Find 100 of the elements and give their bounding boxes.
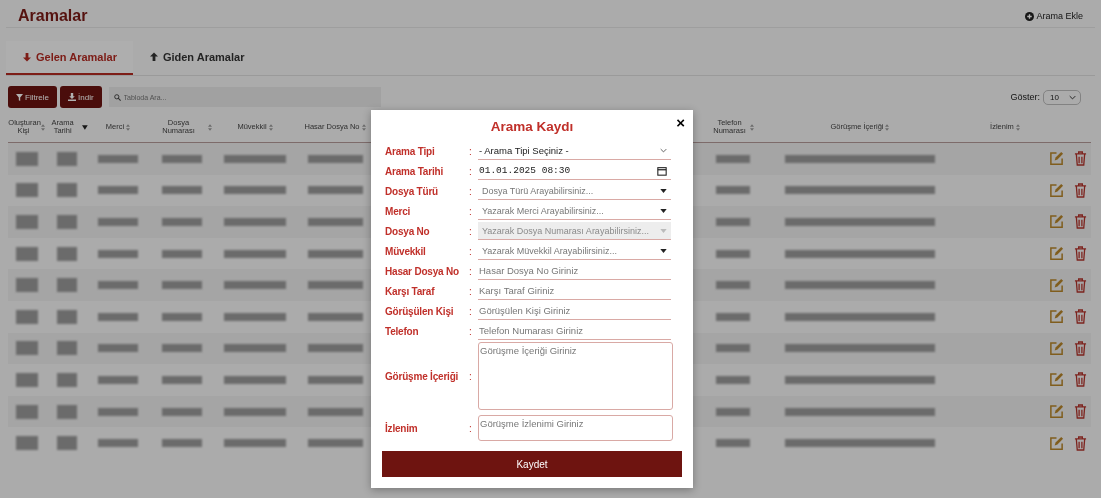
colon: : bbox=[469, 285, 472, 297]
trash-icon[interactable] bbox=[1073, 372, 1087, 388]
combo-field[interactable]: Yazarak Merci Arayabilirsiniz... bbox=[478, 202, 671, 220]
blurred-text bbox=[715, 375, 750, 384]
add-call-button[interactable]: Arama Ekle bbox=[1025, 11, 1083, 21]
chevron-down-icon bbox=[1069, 94, 1076, 100]
edit-icon[interactable] bbox=[1048, 435, 1064, 451]
sort-icon[interactable] bbox=[885, 123, 890, 131]
trash-icon[interactable] bbox=[1073, 246, 1087, 262]
blurred-text bbox=[224, 154, 286, 163]
combo-field[interactable]: Dosya Türü Arayabilirsiniz... bbox=[478, 182, 671, 200]
sort-icon[interactable] bbox=[749, 123, 754, 131]
blurred-text bbox=[15, 436, 38, 451]
blurred-text bbox=[15, 309, 38, 324]
sort-icon[interactable] bbox=[1015, 123, 1020, 131]
colon: : bbox=[469, 165, 472, 177]
dialog-title: Arama Kaydı bbox=[490, 119, 574, 134]
blurred-text bbox=[307, 281, 363, 290]
save-button[interactable]: Kaydet bbox=[382, 451, 682, 477]
blurred-text bbox=[307, 186, 363, 195]
caret-down-icon bbox=[660, 208, 667, 213]
colon: : bbox=[469, 370, 472, 382]
sort-icon[interactable] bbox=[126, 123, 131, 131]
blurred-text bbox=[224, 218, 286, 226]
blurred-text bbox=[307, 218, 363, 226]
text-area[interactable]: Görüşme İzlenimi Giriniz bbox=[478, 415, 673, 441]
sort-icon[interactable] bbox=[207, 123, 212, 131]
blurred-text bbox=[161, 407, 202, 416]
sort-icon[interactable] bbox=[268, 123, 273, 131]
caret-down-icon bbox=[660, 248, 667, 253]
page-size-select[interactable]: 10 bbox=[1043, 89, 1081, 105]
colon: : bbox=[469, 265, 472, 277]
input-field[interactable]: Hasar Dosya No Giriniz bbox=[478, 262, 671, 280]
colon: : bbox=[469, 225, 472, 237]
colon: : bbox=[469, 185, 472, 197]
blurred-text bbox=[307, 407, 363, 416]
input-field[interactable]: Görüşülen Kişi Giriniz bbox=[478, 302, 671, 320]
sort-icon[interactable] bbox=[361, 123, 366, 131]
blurred-text bbox=[715, 186, 750, 195]
trash-icon[interactable] bbox=[1073, 214, 1087, 230]
blurred-text bbox=[98, 439, 138, 448]
trash-icon[interactable] bbox=[1073, 151, 1087, 167]
blurred-text bbox=[224, 281, 286, 290]
edit-icon[interactable] bbox=[1048, 277, 1064, 293]
blurred-text bbox=[161, 344, 202, 353]
blurred-text bbox=[15, 183, 38, 198]
caret-down-icon bbox=[660, 188, 667, 193]
blurred-text bbox=[715, 281, 750, 290]
datetime-field[interactable]: 01.01.2025 08:30 bbox=[478, 162, 671, 180]
filter-button[interactable]: Filtrele bbox=[8, 86, 57, 108]
input-field[interactable]: Telefon Numarası Giriniz bbox=[478, 322, 671, 340]
edit-icon[interactable] bbox=[1048, 309, 1064, 325]
blurred-text bbox=[98, 312, 138, 321]
field-label: Merci bbox=[385, 205, 412, 217]
trash-icon[interactable] bbox=[1073, 340, 1087, 356]
field-label: Dosya No bbox=[385, 225, 431, 237]
trash-icon[interactable] bbox=[1073, 182, 1087, 198]
blurred-text bbox=[307, 344, 363, 353]
tab[interactable]: Giden Aramalar bbox=[132, 41, 261, 73]
combo-field[interactable]: Yazarak Müvekkil Arayabilirsiniz... bbox=[478, 242, 671, 260]
edit-icon[interactable] bbox=[1048, 246, 1064, 262]
sort-down-icon[interactable] bbox=[82, 124, 88, 130]
field-label: Hasar Dosya No bbox=[385, 265, 460, 277]
caret-down-icon bbox=[660, 228, 667, 233]
input-field[interactable]: Karşı Taraf Giriniz bbox=[478, 282, 671, 300]
blurred-text bbox=[56, 246, 77, 261]
blurred-text bbox=[224, 439, 286, 448]
blurred-text bbox=[307, 375, 363, 384]
blurred-text bbox=[56, 309, 77, 324]
field-label: Arama Tarihi bbox=[385, 165, 444, 177]
blurred-text bbox=[98, 407, 138, 416]
trash-icon[interactable] bbox=[1073, 404, 1087, 420]
edit-icon[interactable] bbox=[1048, 404, 1064, 420]
blurred-text bbox=[15, 341, 38, 356]
edit-icon[interactable] bbox=[1048, 182, 1064, 198]
colon: : bbox=[469, 422, 472, 434]
field-label: Görüşülen Kişi bbox=[385, 305, 455, 317]
blurred-text bbox=[715, 312, 750, 321]
blurred-text bbox=[161, 154, 202, 163]
blurred-text bbox=[56, 215, 77, 229]
page-title: Aramalar bbox=[18, 7, 88, 25]
blurred-text bbox=[224, 249, 286, 258]
edit-icon[interactable] bbox=[1048, 214, 1064, 230]
blurred-text bbox=[715, 344, 750, 353]
text-area[interactable]: Görüşme İçeriği Giriniz bbox=[478, 342, 673, 410]
trash-icon[interactable] bbox=[1073, 277, 1087, 293]
download-icon bbox=[68, 93, 76, 101]
edit-icon[interactable] bbox=[1048, 151, 1064, 167]
sort-icon[interactable] bbox=[40, 123, 45, 131]
blurred-text bbox=[98, 281, 138, 290]
blurred-text bbox=[161, 249, 202, 258]
download-button[interactable]: İndir bbox=[60, 86, 102, 108]
blurred-text bbox=[56, 372, 77, 387]
trash-icon[interactable] bbox=[1073, 309, 1087, 325]
edit-icon[interactable] bbox=[1048, 340, 1064, 356]
close-button[interactable]: × bbox=[674, 114, 687, 131]
trash-icon[interactable] bbox=[1073, 435, 1087, 451]
select-field[interactable]: - Arama Tipi Seçiniz - bbox=[478, 142, 671, 160]
edit-icon[interactable] bbox=[1048, 372, 1064, 388]
colon: : bbox=[469, 205, 472, 217]
